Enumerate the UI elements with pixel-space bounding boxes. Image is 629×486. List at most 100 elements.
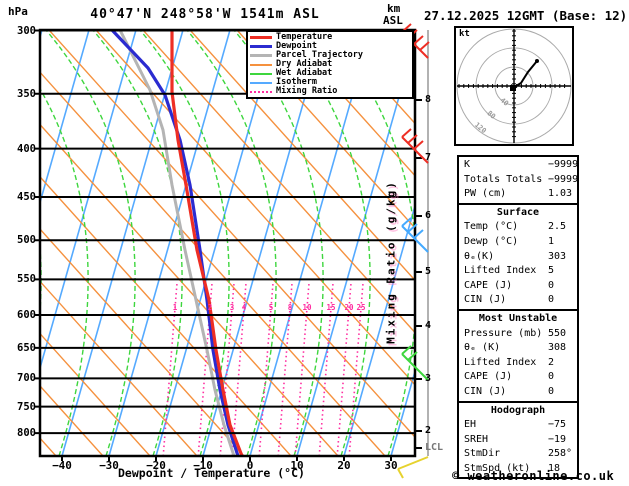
table-row: Totals Totals −9999 <box>459 173 579 188</box>
table-section: K −9999 Totals Totals −9999 PW (cm) 1.03 <box>459 157 579 203</box>
table-row-value: −9999 <box>548 173 579 185</box>
temp-tick-label: −40 <box>52 459 72 472</box>
table-row-value: 2 <box>548 356 555 368</box>
table-row: StmDir 258° <box>459 447 577 462</box>
pressure-tick-label: 600 <box>17 309 36 322</box>
table-row-label: Temp (°C) <box>464 221 519 233</box>
table-row: CIN (J) 0 <box>459 385 577 400</box>
table-section-header: Surface <box>496 206 540 218</box>
temp-tick-label: 30 <box>384 459 398 472</box>
table-row-value: 2.5 <box>548 221 567 233</box>
legend-swatch <box>250 81 272 84</box>
table-row-value: 303 <box>548 250 567 262</box>
mixing-ratio-value-label: 4 <box>241 303 247 312</box>
table-row: EH −75 <box>459 418 577 433</box>
pressure-tick-label: 450 <box>17 190 36 203</box>
table-row-value: −19 <box>548 433 567 445</box>
table-row: Lifted Index 5 <box>459 264 577 279</box>
pressure-tick-label: 700 <box>17 372 36 385</box>
mixing-ratio-value-label: 25 <box>356 303 366 312</box>
table-row-value: 1.03 <box>548 188 573 200</box>
table-row-label: Dewp (°C) <box>464 235 519 247</box>
table-row-label: K <box>464 159 471 170</box>
datetime-label: 27.12.2025 12GMT (Base: 12) <box>424 8 628 23</box>
table-row-value: 550 <box>548 327 567 339</box>
table-row-value: 0 <box>548 385 555 397</box>
table-section-header: Hodograph <box>490 404 546 416</box>
table-row-label: CAPE (J) <box>464 279 513 291</box>
table-row-label: Totals Totals <box>464 173 543 185</box>
table-row-label: EH <box>464 419 477 431</box>
table-row: CIN (J) 0 <box>459 293 577 308</box>
mixing-ratio-value-label: 8 <box>287 303 293 312</box>
table-row-value: −9999 <box>548 159 579 170</box>
pressure-tick-label: 500 <box>17 234 36 247</box>
table-row-value: 0 <box>548 371 555 383</box>
pressure-tick-label: 800 <box>17 427 36 440</box>
legend-row: Wet Adiabat <box>250 69 412 78</box>
page-title: 40°47'N 248°58'W 1541m ASL <box>90 7 320 22</box>
skewt-sounding-page: hPa 40°47'N 248°58'W 1541m ASL km ASL 27… <box>0 0 629 486</box>
pressure-unit-label: hPa <box>8 5 28 18</box>
km-tick-label: 6 <box>425 210 432 221</box>
pressure-tick-label: 650 <box>17 341 36 354</box>
pressure-tick-label: 300 <box>17 24 36 37</box>
asl-unit-label: ASL <box>383 14 403 27</box>
km-tick-label: 7 <box>425 152 432 163</box>
mixing-ratio-value-label: 1 <box>172 303 178 312</box>
mixing-ratio-axis-label: Mixing Ratio (g/kg) <box>384 180 398 344</box>
table-row-label: StmDir <box>464 448 501 460</box>
table-section-header: Most Unstable <box>478 312 558 324</box>
legend-swatch <box>250 63 272 66</box>
km-tick-label: 5 <box>425 266 432 277</box>
mixing-ratio-value-label: 10 <box>302 303 312 312</box>
table-row: CAPE (J) 0 <box>459 279 577 294</box>
table-row-value: 0 <box>548 279 555 291</box>
table-row: Dewp (°C) 1 <box>459 235 577 250</box>
hodograph-unit-label: kt <box>459 29 470 39</box>
table-section: Most Unstable Pressure (mb) 550 θₑ (K) 308 Li… <box>459 308 577 401</box>
table-row: Lifted Index 2 <box>459 356 577 371</box>
legend-swatch <box>250 54 272 57</box>
table-row-label: CIN (J) <box>464 294 507 306</box>
table-row-value: 308 <box>548 342 567 354</box>
table-row-label: θₑ(K) <box>464 250 495 262</box>
table-section: Surface Temp (°C) 2.5 Dewp (°C) 1 θₑ(K) 303 Lif… <box>459 202 577 309</box>
table-row-label: Lifted Index <box>464 356 537 368</box>
legend-row: Mixing Ratio <box>250 87 412 96</box>
legend-box: Temperature Dewpoint Parcel Trajectory Dry … <box>246 30 414 99</box>
table-row-label: SREH <box>464 433 489 445</box>
legend-swatch <box>250 45 272 48</box>
pressure-tick-label: 400 <box>17 142 36 155</box>
km-tick-label: 3 <box>425 373 432 384</box>
legend-swatch <box>250 72 272 75</box>
table-section: Hodograph EH −75 SREH −19 StmDir 258° StmSpd (k… <box>459 400 577 478</box>
lcl-label: LCL <box>425 442 444 453</box>
table-row-label: Pressure (mb) <box>464 327 543 339</box>
temp-tick-label: −20 <box>146 459 166 472</box>
table-row: Temp (°C) 2.5 <box>459 220 577 235</box>
temp-tick-label: 0 <box>246 459 254 472</box>
mixing-ratio-value-label: 5 <box>268 303 274 312</box>
pressure-tick-label: 550 <box>17 273 36 286</box>
legend-swatch <box>250 90 272 93</box>
indices-table: K −9999 Totals Totals −9999 PW (cm) 1.03 Surfa… <box>457 155 579 480</box>
temp-tick-label: 10 <box>290 459 304 472</box>
table-row: SREH −19 <box>459 433 577 448</box>
table-row-label: θₑ (K) <box>464 342 501 354</box>
table-row: CAPE (J) 0 <box>459 370 577 385</box>
table-row: Pressure (mb) 550 <box>459 327 577 342</box>
pressure-tick-label: 750 <box>17 400 36 413</box>
temp-tick-label: 20 <box>337 459 351 472</box>
km-tick-label: 8 <box>425 94 432 105</box>
copyright-label: © weatheronline.co.uk <box>452 469 615 483</box>
mixing-ratio-value-label: 2 <box>207 303 213 312</box>
pressure-tick-label: 350 <box>17 87 36 100</box>
table-row-value: 1 <box>548 235 555 247</box>
table-row-label: CIN (J) <box>464 385 507 397</box>
table-row: K −9999 <box>459 158 579 173</box>
temp-tick-label: −10 <box>193 459 213 472</box>
legend-label: Mixing Ratio <box>276 86 338 96</box>
km-tick-label: 4 <box>425 320 432 331</box>
table-row: θₑ(K) 303 <box>459 250 577 265</box>
